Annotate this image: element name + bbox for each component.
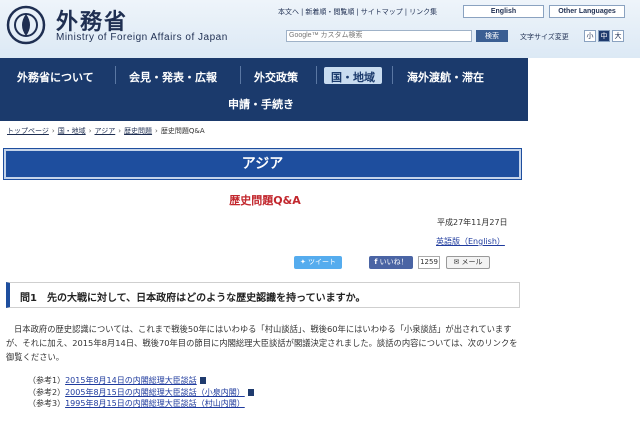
mail-label: メール <box>461 258 483 266</box>
facebook-icon: f <box>374 258 378 266</box>
breadcrumb-arrow-icon: › <box>155 127 158 135</box>
reference-prefix: （参考1） <box>28 376 66 385</box>
site-header: 外務省 Ministry of Foreign Affairs of Japan… <box>0 0 640 58</box>
nav-item-foreign-policy[interactable]: 外交政策 <box>254 69 298 85</box>
mail-button[interactable]: ✉ メール <box>446 256 490 269</box>
breadcrumb: トップページ › 国・地域 › アジア › 歴史問題 › 歴史問題Q&A <box>7 126 205 136</box>
other-languages-button[interactable]: Other Languages <box>549 5 625 18</box>
link-sitemap[interactable]: サイトマップ <box>359 8 405 16</box>
tweet-label: ツイート <box>308 258 337 266</box>
pdf-icon <box>199 377 206 384</box>
nav-item-applications[interactable]: 申請・手続き <box>228 96 294 112</box>
english-button[interactable]: English <box>463 5 544 18</box>
nav-divider <box>115 66 116 84</box>
breadcrumb-current: 歴史問題Q&A <box>160 127 205 135</box>
reference-link[interactable]: 2015年8月14日の内閣総理大臣談話 <box>65 376 197 385</box>
link-new-arrivals[interactable]: 新着順・閲覧順 <box>303 8 356 16</box>
reference-item: （参考1）2015年8月14日の内閣総理大臣談話 <box>28 375 254 387</box>
pdf-icon <box>247 388 254 396</box>
facebook-like-button[interactable]: f いいね！ <box>369 256 413 269</box>
question-text: 問1 先の大戦に対して、日本政府はどのような歴史認識を持っていますか。 <box>20 293 366 304</box>
font-size-small-button[interactable]: 小 <box>584 30 596 42</box>
link-links[interactable]: リンク集 <box>407 8 439 16</box>
page-title: 歴史問題Q&A <box>229 194 301 207</box>
answer-paragraph: 日本政府の歴史認識については、これまで戦後50年にはいわゆる「村山談話」、戦後6… <box>6 324 518 362</box>
answer-body: 日本政府の歴史認識については、これまで戦後50年にはいわゆる「村山談話」、戦後6… <box>6 322 522 364</box>
mail-icon: ✉ <box>453 258 460 266</box>
reference-link[interactable]: 2005年8月15日の内閣総理大臣談話（小泉内閣） <box>65 388 245 397</box>
font-size-label: 文字サイズ変更 <box>520 33 569 41</box>
breadcrumb-asia[interactable]: アジア <box>95 127 116 135</box>
link-skip-to-content[interactable]: 本文へ <box>276 8 301 16</box>
breadcrumb-arrow-icon: › <box>51 127 55 135</box>
search-input[interactable]: Google™ カスタム検索 <box>286 30 472 42</box>
reference-link[interactable]: 1995年8月15日の内閣総理大臣談話（村山内閣） <box>65 399 245 408</box>
publish-date: 平成27年11月27日 <box>437 218 508 227</box>
font-size-large-button[interactable]: 大 <box>612 30 624 42</box>
reference-item: （参考2）2005年8月15日の内閣総理大臣談話（小泉内閣） <box>28 387 254 399</box>
nav-divider <box>316 66 317 84</box>
breadcrumb-countries[interactable]: 国・地域 <box>58 127 86 135</box>
reference-item: （参考3）1995年8月15日の内閣総理大臣談話（村山内閣） <box>28 398 254 410</box>
breadcrumb-arrow-icon: › <box>118 127 122 135</box>
utility-links: 本文へ | 新着順・閲覧順 | サイトマップ | リンク集 <box>276 8 439 16</box>
region-title: アジア <box>241 156 284 172</box>
breadcrumb-history[interactable]: 歴史問題 <box>124 127 152 135</box>
tweet-button[interactable]: ✦ ツイート <box>294 256 342 269</box>
question-heading: 問1 先の大戦に対して、日本政府はどのような歴史認識を持っていますか。 <box>6 282 520 308</box>
like-count: 1259 <box>418 256 440 269</box>
nav-item-travel[interactable]: 海外渡航・滞在 <box>407 69 484 85</box>
like-label: いいね！ <box>379 258 408 266</box>
nav-divider <box>392 66 393 84</box>
twitter-bird-icon: ✦ <box>299 258 306 266</box>
mofa-emblem-icon[interactable] <box>6 5 46 45</box>
search-button[interactable]: 検索 <box>476 30 508 42</box>
breadcrumb-top[interactable]: トップページ <box>7 127 49 135</box>
reference-list: （参考1）2015年8月14日の内閣総理大臣談話 （参考2）2005年8月15日… <box>28 375 254 410</box>
region-banner: アジア <box>3 148 522 180</box>
nav-divider <box>240 66 241 84</box>
nav-item-countries-regions[interactable]: 国・地域 <box>331 69 375 85</box>
nav-item-about[interactable]: 外務省について <box>17 69 94 85</box>
reference-prefix: （参考3） <box>28 399 66 408</box>
logo-english[interactable]: Ministry of Foreign Affairs of Japan <box>56 32 228 43</box>
english-version-link[interactable]: 英語版（English） <box>436 236 505 247</box>
breadcrumb-arrow-icon: › <box>88 127 92 135</box>
font-size-medium-button[interactable]: 中 <box>598 30 610 42</box>
nav-item-press[interactable]: 会見・発表・広報 <box>129 69 217 85</box>
reference-prefix: （参考2） <box>28 387 66 397</box>
